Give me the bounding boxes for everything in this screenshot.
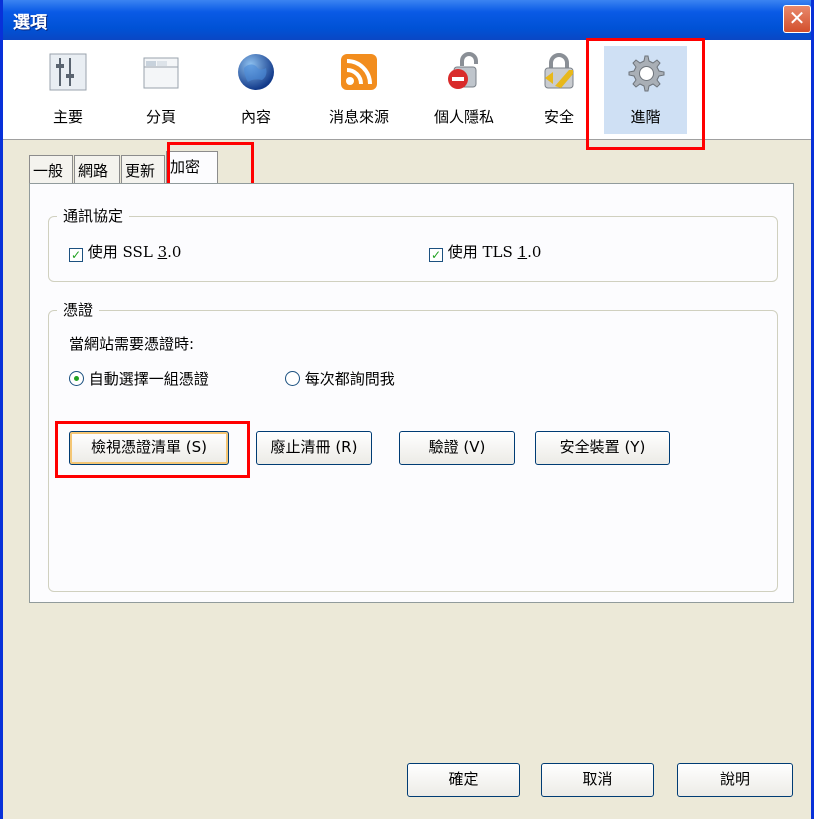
main-icon	[49, 53, 87, 91]
pane-label: 主要	[52, 108, 83, 126]
tab-general[interactable]: 一般	[29, 155, 73, 183]
pane-tabs[interactable]: 分頁	[121, 46, 201, 134]
cancel-button[interactable]: 取消	[541, 763, 654, 797]
certificates-group: 憑證 當網站需要憑證時: 自動選擇一組憑證 每次都詢問我 檢視憑證清單 (S) …	[48, 299, 778, 592]
tls-checkbox[interactable]: ✓	[429, 248, 443, 262]
security-lock-icon	[544, 53, 574, 89]
tab-encryption[interactable]: 加密	[166, 151, 218, 184]
pane-label: 安全	[543, 108, 574, 126]
ok-button[interactable]: 確定	[407, 763, 520, 797]
feed-icon	[341, 54, 377, 90]
view-certificates-button[interactable]: 檢視憑證清單 (S)	[69, 431, 229, 465]
privacy-icon	[448, 52, 478, 89]
radio-auto-select-label: 自動選擇一組憑證	[88, 370, 209, 388]
pane-label: 內容	[240, 108, 271, 126]
content-icon	[238, 54, 274, 90]
security-devices-button[interactable]: 安全裝置 (Y)	[535, 431, 670, 465]
pane-feeds[interactable]: 消息來源	[314, 46, 404, 134]
protocols-group: 通訊協定 ✓ 使用 SSL 3.0 ✓ 使用 TLS 1.0	[48, 205, 778, 282]
ssl-checkbox-row[interactable]: ✓ 使用 SSL 3.0	[69, 241, 181, 262]
ssl-checkbox[interactable]: ✓	[69, 248, 83, 262]
radio-ask-every-time-button[interactable]	[285, 371, 300, 386]
pane-advanced[interactable]: 進階	[604, 46, 687, 134]
help-button[interactable]: 說明	[677, 763, 793, 797]
pane-privacy[interactable]: 個人隱私	[419, 46, 509, 134]
pane-toolbar: 主要 分頁 內容 消息來源 個人隱私 安全 進階	[3, 40, 811, 140]
pane-main[interactable]: 主要	[28, 46, 108, 134]
close-button[interactable]: ✕	[783, 5, 811, 33]
encryption-panel: 通訊協定 ✓ 使用 SSL 3.0 ✓ 使用 TLS 1.0 憑證 當網站需要憑…	[29, 183, 794, 603]
radio-auto-select-button[interactable]	[69, 371, 84, 386]
radio-auto-select[interactable]: 自動選擇一組憑證	[69, 368, 209, 389]
tabs-icon	[143, 57, 179, 89]
window-title: 選項	[13, 13, 47, 33]
radio-ask-every-time[interactable]: 每次都詢問我	[285, 368, 395, 389]
tls-checkbox-row[interactable]: ✓ 使用 TLS 1.0	[429, 241, 541, 262]
pane-label: 消息來源	[328, 108, 389, 126]
pane-security[interactable]: 安全	[519, 46, 599, 134]
tls-label: 使用 TLS 1.0	[447, 243, 542, 261]
options-window: 選項 ✕ 主要 分頁 內容 消息來源 個人隱私 安全 進階 一般 網路 更新 加…	[0, 0, 814, 819]
certificates-legend: 憑證	[57, 299, 100, 320]
tab-network[interactable]: 網路	[74, 155, 120, 183]
cert-prompt: 當網站需要憑證時:	[69, 335, 195, 353]
title-bar[interactable]: 選項 ✕	[3, 0, 811, 40]
gear-icon	[628, 55, 665, 92]
pane-content[interactable]: 內容	[216, 46, 296, 134]
verify-button[interactable]: 驗證 (V)	[399, 431, 515, 465]
radio-ask-every-time-label: 每次都詢問我	[304, 370, 395, 388]
revocation-lists-button[interactable]: 廢止清冊 (R)	[256, 431, 372, 465]
ssl-label: 使用 SSL 3.0	[87, 243, 182, 261]
pane-label: 分頁	[145, 108, 176, 126]
tab-update[interactable]: 更新	[121, 155, 165, 183]
pane-label: 個人隱私	[433, 108, 494, 126]
protocols-legend: 通訊協定	[57, 205, 130, 226]
pane-label: 進階	[630, 108, 661, 126]
